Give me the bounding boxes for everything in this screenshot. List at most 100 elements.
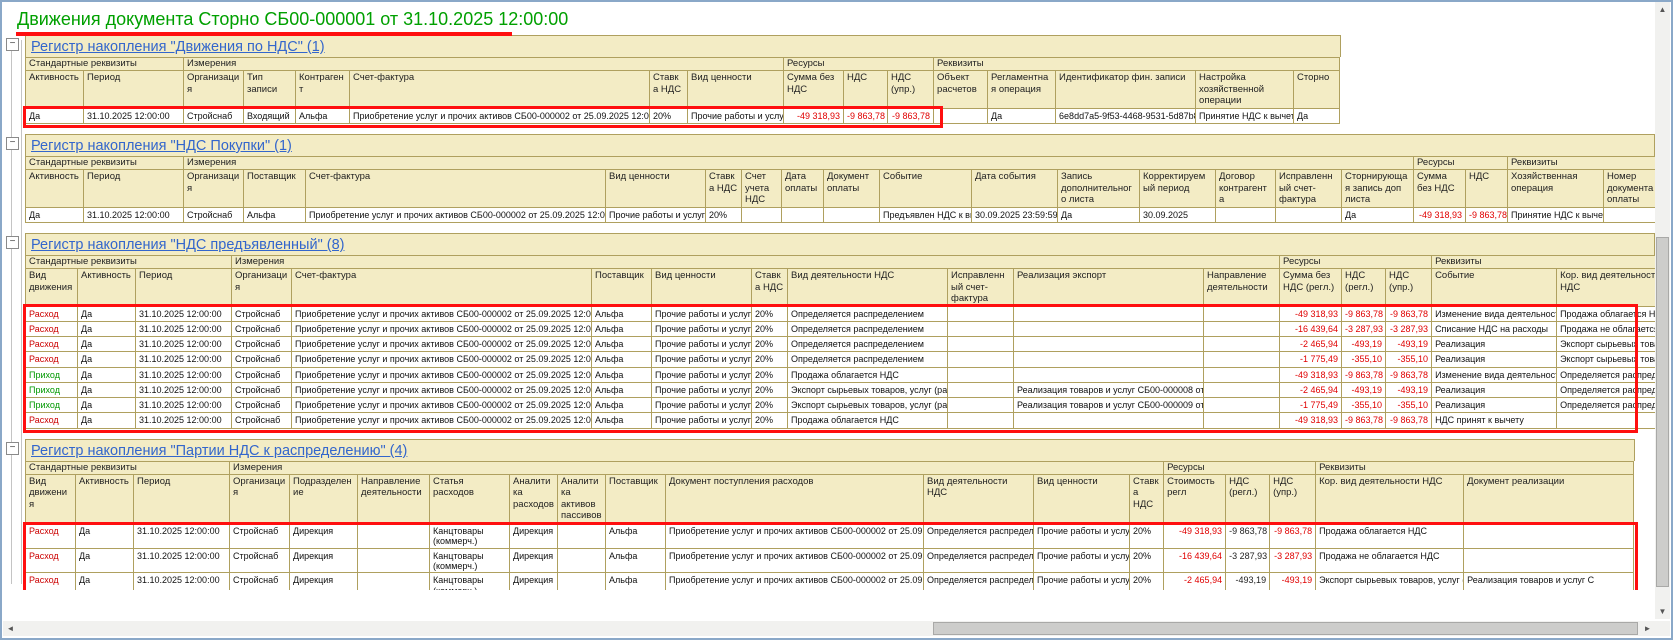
cell: -493,19 (1225, 572, 1271, 590)
cell: 31.10.2025 12:00:00 (134, 366, 233, 383)
column-group-header: Ресурсы (1279, 254, 1433, 269)
column-header: Поставщик (243, 168, 306, 208)
register-table: Стандартные реквизиты Измерения Ресурсы Рек… (25, 57, 1341, 124)
cell: Альфа (591, 305, 653, 322)
table-row: Да 31.10.2025 12:00:00 Стройснаб Входящий Ал… (25, 107, 1341, 124)
vertical-scrollbar[interactable]: ▲ ▼ (1655, 2, 1670, 619)
cell: Принятие НДС к вычету (1195, 107, 1295, 124)
cell: -49 318,93 (1279, 366, 1343, 383)
column-group-header: Измерения (182, 155, 1415, 170)
cell (1463, 523, 1635, 549)
cell: Канцтовары (коммерч.) (429, 547, 511, 574)
column-header: Организация (183, 168, 244, 208)
column-header: Вид движения (25, 473, 76, 525)
cell: Списание НДС на расходы (1431, 320, 1558, 338)
register-table: Стандартные реквизиты Измерения Ресурсы Рек… (24, 460, 1635, 590)
column-header: Хозяйственная операция (1507, 168, 1605, 208)
cell: -3 287,93 (1341, 320, 1387, 338)
grouping-tree-line (11, 40, 12, 584)
column-header: Документ реализации (1463, 473, 1635, 525)
register-title-link[interactable]: Регистр накопления "Движения по НДС" (1) (31, 39, 325, 55)
cell: Реализация (1431, 336, 1558, 353)
cell: Да (1057, 206, 1140, 223)
cell: 20% (751, 366, 789, 383)
cell: Реализация (1431, 397, 1558, 414)
register-title-bar: Регистр накопления "НДС Покупки" (1) (25, 133, 1655, 156)
column-header: Стоимость регл (1163, 473, 1227, 525)
cell (557, 572, 607, 590)
cell: Стройснаб (231, 351, 293, 368)
cell: Определяется распределением (787, 305, 949, 322)
horizontal-scrollbar-thumb[interactable] (933, 622, 1638, 635)
scroll-left-icon[interactable]: ◄ (3, 621, 18, 636)
scroll-down-icon[interactable]: ▼ (1655, 604, 1670, 619)
cell: Да (25, 206, 84, 223)
column-group-header: Стандартные реквизиты (24, 460, 231, 475)
column-header: НДС (1465, 168, 1509, 208)
register-section-4: − Регистр накопления "Партии НДС к распре… (3, 438, 1655, 590)
report-content-area: Движения документа Сторно СБ00-000001 от… (3, 2, 1655, 590)
cell: Принятие НДС к вычету (1507, 206, 1605, 223)
cell: Да (77, 336, 136, 353)
cell: 20% (649, 107, 688, 124)
collapse-expander-icon[interactable]: − (6, 235, 19, 249)
cell: -9 863,78 (1341, 305, 1387, 322)
register-title-link[interactable]: Регистр накопления "Партии НДС к распред… (31, 443, 407, 459)
column-header: Поставщик (605, 473, 667, 525)
cell: Расход (25, 336, 78, 353)
cell: -355,10 (1385, 351, 1433, 368)
scroll-up-icon[interactable]: ▲ (1655, 2, 1670, 17)
register-title-link[interactable]: Регистр накопления "НДС Покупки" (1) (31, 138, 292, 154)
cell (1013, 336, 1205, 353)
cell: Дирекция (289, 572, 359, 590)
cell: Стройснаб (229, 547, 291, 574)
column-header: Статья расходов (429, 473, 511, 525)
cell: Продажа облагается НДС (787, 412, 949, 429)
cell: -1 775,49 (1279, 397, 1343, 414)
cell: -3 287,93 (1225, 547, 1271, 574)
cell (1013, 366, 1205, 383)
column-header: Организация (183, 70, 244, 109)
cell: 31.10.2025 12:00:00 (134, 381, 233, 399)
cell: Приход (25, 381, 78, 399)
cell: Да (75, 547, 134, 574)
cell: Экспорт сырьевых товаров, услуг (работ) (1556, 336, 1655, 353)
column-header: Активность (75, 473, 134, 525)
cell (781, 206, 824, 223)
table-row: Расход Да 31.10.2025 12:00:00 Стройснаб Прио… (25, 412, 1655, 429)
table-row: Приход Да 31.10.2025 12:00:00 Стройснаб Прио… (25, 366, 1655, 383)
cell: Изменение вида деятельности НДС (1431, 305, 1558, 322)
cell: 20% (1129, 547, 1165, 574)
scroll-right-icon[interactable]: ► (1640, 621, 1655, 636)
column-header: Ставка НДС (751, 267, 789, 307)
column-header: Корректируемый период (1139, 168, 1216, 208)
cell (947, 381, 1015, 399)
column-header: Аналитика активов пассивов (557, 473, 607, 525)
collapse-expander-icon[interactable]: − (6, 136, 19, 150)
cell: Приобретение услуг и прочих активов СБ00… (291, 320, 593, 338)
cell: -9 863,78 (1225, 523, 1271, 549)
cell: 31.10.2025 12:00:00 (134, 305, 233, 322)
register-title-bar: Регистр накопления "Движения по НДС" (1) (25, 35, 1341, 57)
column-header: Идентификатор фин. записи (1055, 70, 1197, 109)
cell: Прочие работы и услуги (651, 397, 753, 414)
cell: Приобретение услуг и прочих активов СБ00… (349, 107, 650, 124)
register-title-link[interactable]: Регистр накопления "НДС предъявленный" (… (31, 237, 344, 253)
column-group-header: Стандартные реквизиты (25, 155, 184, 170)
column-header: Настройка хозяйственной операции (1195, 70, 1295, 109)
column-header: Вид ценности (605, 168, 706, 208)
cell: Прочие работы и услуги (651, 366, 753, 383)
cell: -2 465,94 (1279, 381, 1343, 399)
column-header: Событие (879, 168, 972, 208)
cell: -9 863,78 (1341, 366, 1387, 383)
vertical-scrollbar-thumb[interactable] (1656, 237, 1669, 587)
cell: 31.10.2025 12:00:00 (132, 572, 231, 590)
horizontal-scrollbar[interactable]: ◄ ► (3, 621, 1655, 636)
collapse-expander-icon[interactable]: − (6, 38, 19, 51)
cell: Расход (25, 523, 76, 549)
collapse-expander-icon[interactable]: − (6, 441, 19, 455)
column-group-header: Реквизиты (1507, 155, 1655, 170)
cell: 30.09.2025 23:59:59 (971, 206, 1058, 223)
cell: Да (77, 366, 136, 383)
cell: Дирекция (509, 572, 559, 590)
